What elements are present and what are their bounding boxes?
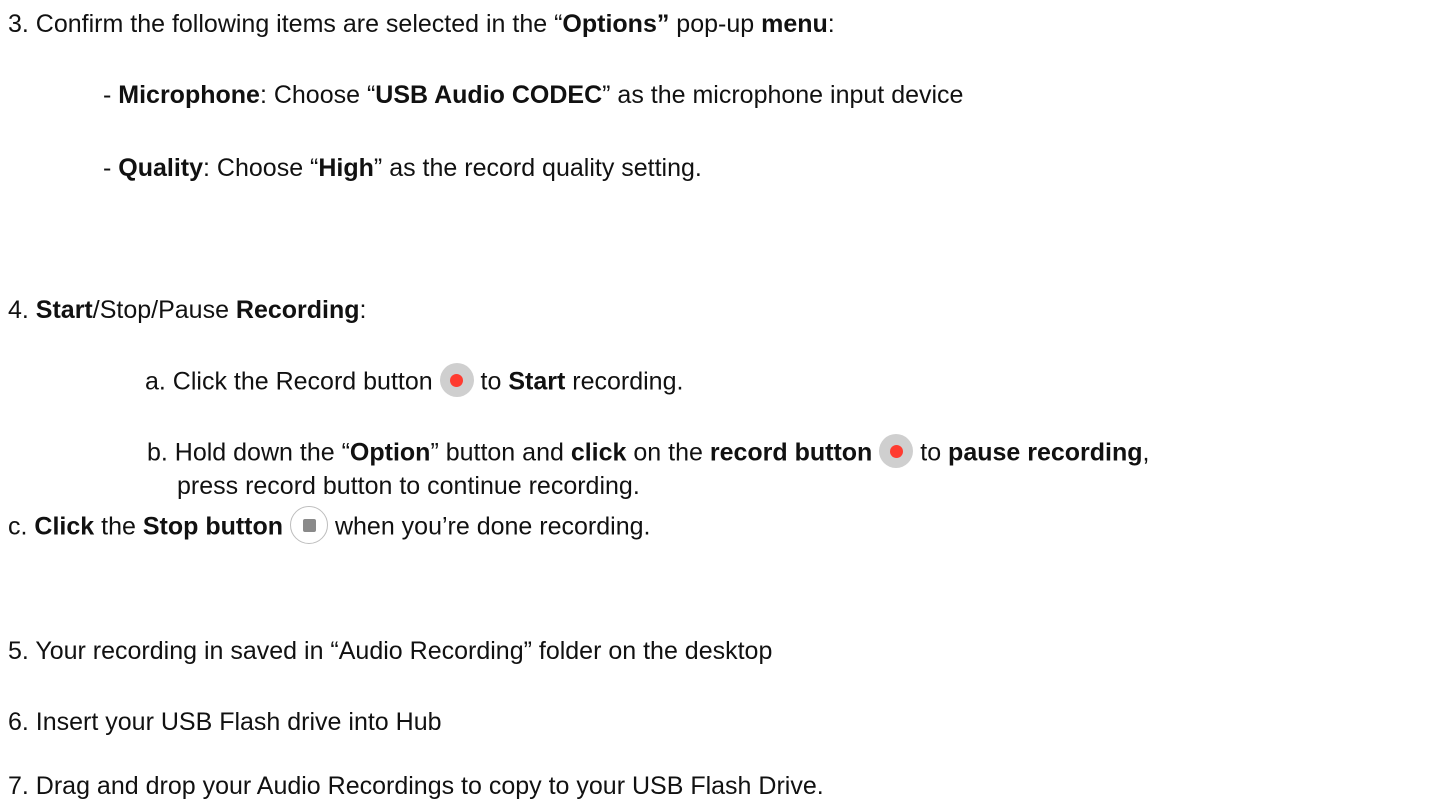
step-4-colon: : bbox=[359, 296, 367, 324]
quality-value: High bbox=[318, 154, 374, 182]
step-4a-text: a. Click the Record button bbox=[145, 367, 440, 396]
step-4b-click: click bbox=[570, 438, 627, 467]
step-4c-click: Click bbox=[34, 512, 95, 541]
mic-dash: - bbox=[103, 81, 119, 109]
step-4b-text-3: on the bbox=[626, 438, 710, 467]
step-6-text: 6. Insert your USB Flash drive into Hub bbox=[8, 708, 442, 736]
step-4-line: 4. Start/Stop/Pause Recording: bbox=[8, 295, 367, 325]
step-4c-text: when you’re done recording. bbox=[334, 512, 651, 541]
record-button-icon bbox=[879, 434, 914, 468]
step-4a-to: to bbox=[480, 367, 509, 396]
step-4b-comma: , bbox=[1142, 438, 1150, 467]
record-dot bbox=[450, 373, 464, 387]
step-4a-start: Start bbox=[508, 367, 566, 396]
step-4b-continuation: press record button to continue recordin… bbox=[177, 471, 640, 501]
step-5-text: 5. Your recording in saved in “Audio Rec… bbox=[8, 637, 773, 665]
step-4b-line: b. Hold down the “Option” button and cli… bbox=[147, 434, 1150, 471]
record-dot bbox=[889, 444, 903, 458]
stop-square bbox=[302, 518, 316, 532]
step-7-line: 7. Drag and drop your Audio Recordings t… bbox=[8, 771, 824, 801]
quality-line: - Quality: Choose “High” as the record q… bbox=[103, 153, 702, 183]
step-4-text: /Stop/Pause bbox=[92, 296, 236, 324]
mic-text: : Choose “ bbox=[259, 81, 376, 109]
step-4a-line: a. Click the Record button to Start reco… bbox=[145, 363, 684, 400]
step-4b-cont-text: press record button to continue recordin… bbox=[177, 472, 640, 500]
step-7-text: 7. Drag and drop your Audio Recordings t… bbox=[8, 772, 824, 800]
step-4a-recording: recording. bbox=[565, 367, 684, 396]
step-4b-text: b. Hold down the “ bbox=[147, 438, 350, 467]
step-3-text: 3. Confirm the following items are selec… bbox=[8, 10, 563, 38]
step-4b-text-2: ” button and bbox=[430, 438, 571, 467]
quality-label: Quality bbox=[118, 154, 204, 182]
step-4b-to: to bbox=[920, 438, 949, 467]
step-3-options: Options” bbox=[562, 10, 670, 38]
step-4c-the: the bbox=[94, 512, 143, 541]
microphone-line: - Microphone: Choose “USB Audio CODEC” a… bbox=[103, 80, 963, 110]
quality-text-2: ” as the record quality setting. bbox=[373, 154, 702, 182]
step-4b-pause: pause recording bbox=[948, 438, 1143, 467]
step-3-text-2: pop-up bbox=[669, 10, 762, 38]
step-4c-line: c. Click the Stop button when you’re don… bbox=[8, 506, 651, 547]
step-4c-stop: Stop button bbox=[142, 512, 284, 541]
step-6-line: 6. Insert your USB Flash drive into Hub bbox=[8, 707, 442, 737]
stop-button-icon bbox=[290, 506, 329, 544]
step-4c-letter: c. bbox=[8, 512, 35, 541]
step-5-line: 5. Your recording in saved in “Audio Rec… bbox=[8, 636, 772, 666]
step-4b-record-button: record button bbox=[709, 438, 873, 467]
step-4-start: Start bbox=[35, 296, 93, 324]
step-4b-option: Option bbox=[349, 438, 431, 467]
record-button-icon bbox=[439, 363, 474, 397]
step-3-menu: menu bbox=[761, 10, 828, 38]
step-3-line: 3. Confirm the following items are selec… bbox=[8, 9, 835, 39]
mic-device: USB Audio CODEC bbox=[375, 81, 603, 109]
step-4-recording: Recording bbox=[235, 296, 360, 324]
step-3-colon: : bbox=[827, 10, 835, 38]
quality-text: : Choose “ bbox=[203, 154, 319, 182]
quality-dash: - bbox=[103, 154, 119, 182]
mic-label: Microphone bbox=[118, 81, 260, 109]
mic-text-2: ” as the microphone input device bbox=[602, 81, 964, 109]
step-4-number: 4. bbox=[8, 296, 36, 324]
